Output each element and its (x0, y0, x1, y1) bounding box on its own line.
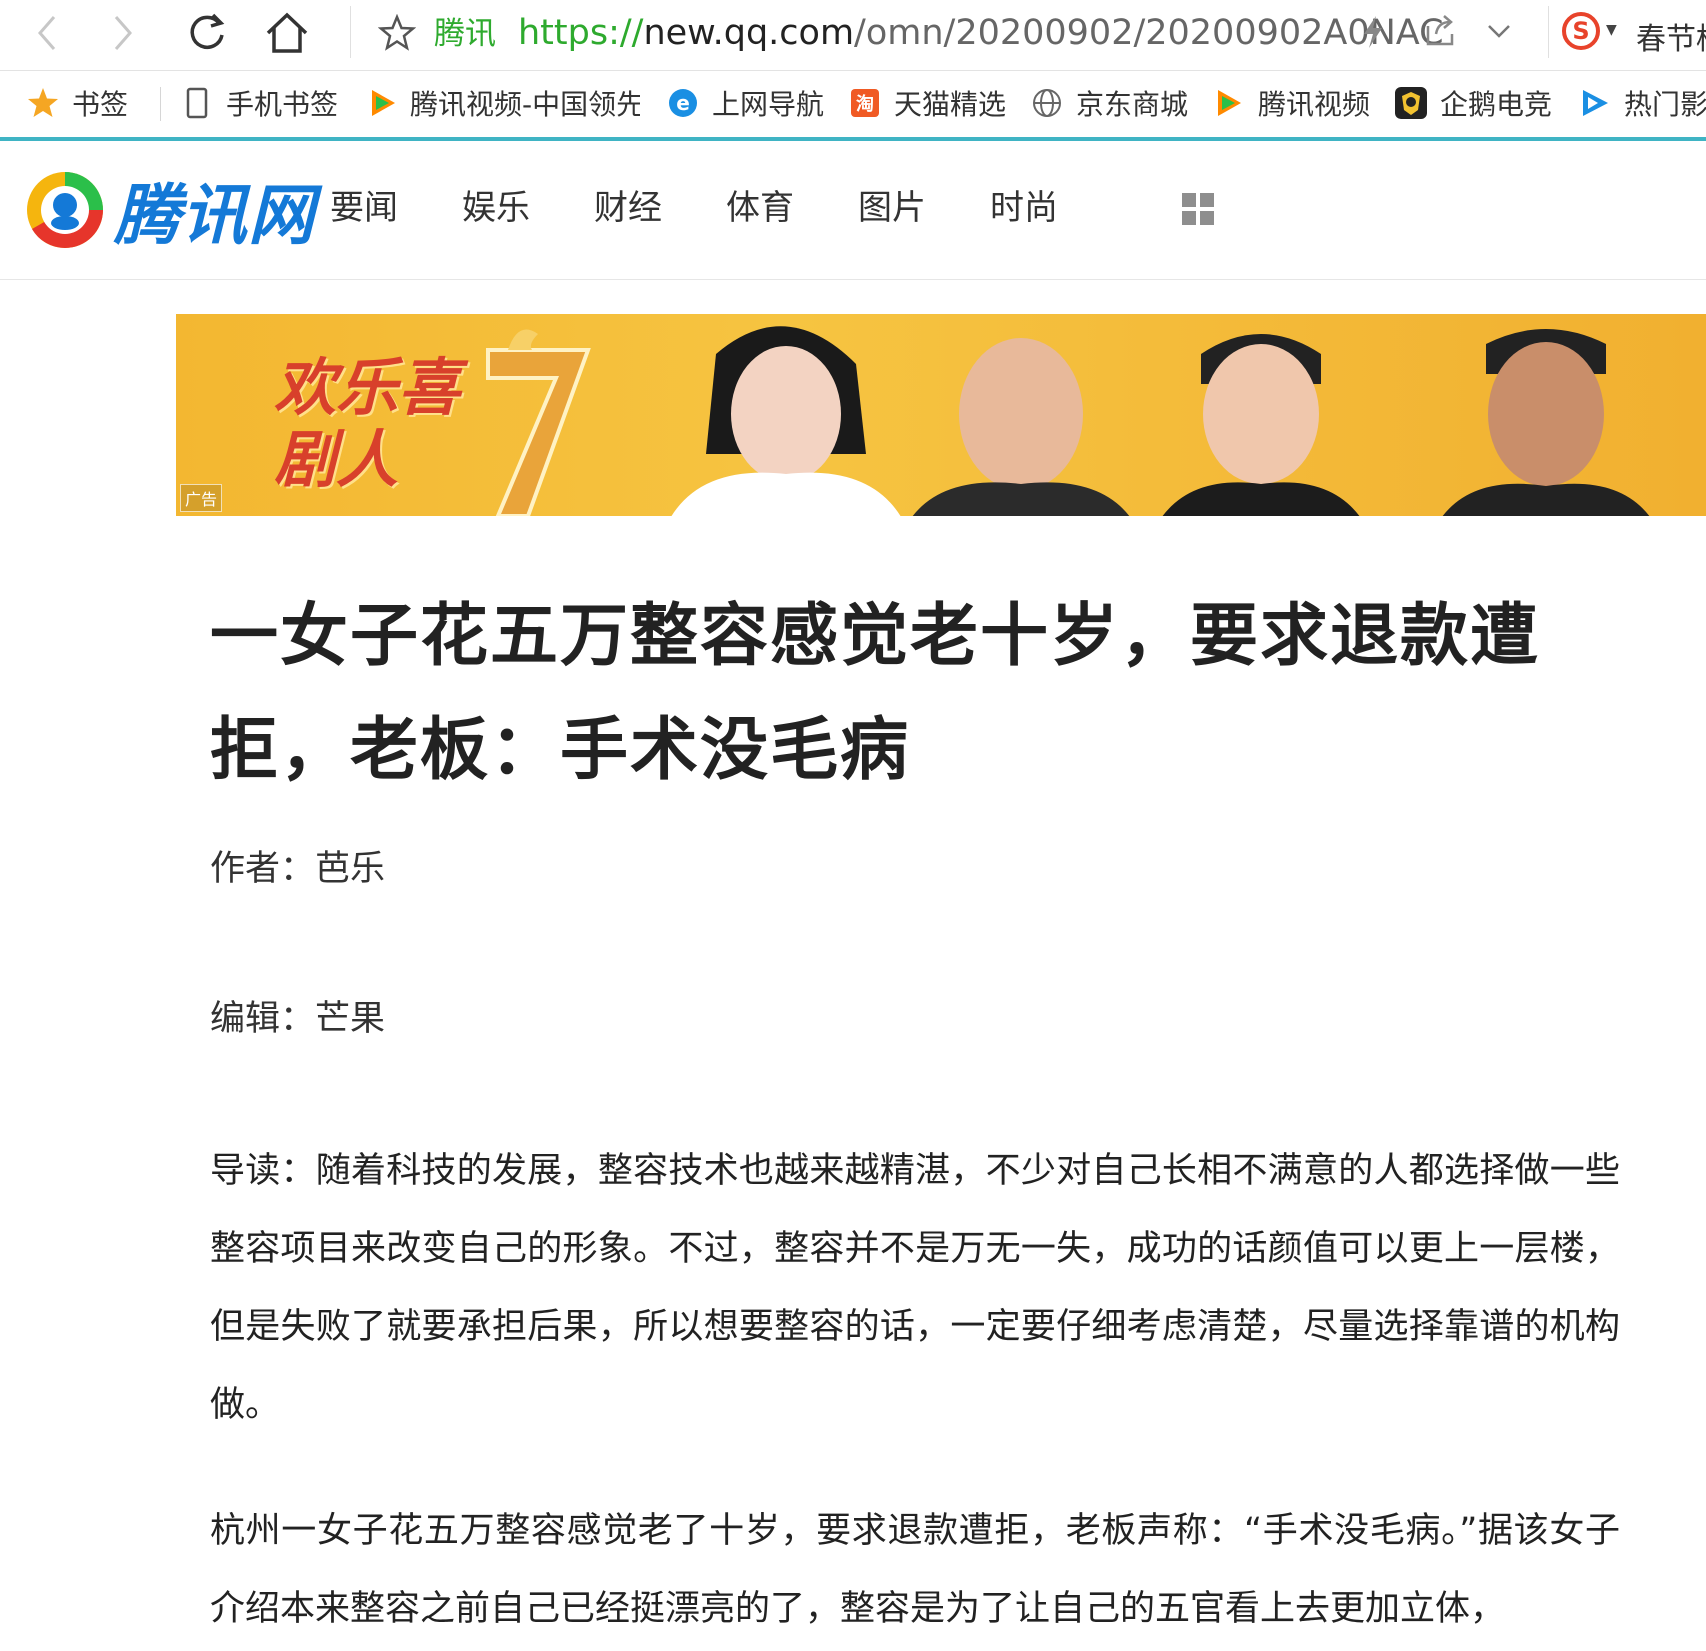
nav-item-fashion[interactable]: 时尚 (990, 185, 1058, 231)
ad-person-image (1442, 329, 1650, 516)
site-name-label: 腾讯 (434, 16, 496, 52)
chevron-right-icon (114, 16, 132, 50)
toolbar-divider (350, 6, 351, 58)
article-paragraph: 导读：随着科技的发展，整容技术也越来越精湛，不少对自己长相不满意的人都选择做一些… (210, 1151, 1620, 1425)
ad-person-image (912, 338, 1130, 516)
back-button[interactable] (22, 8, 72, 58)
home-button[interactable] (262, 8, 312, 58)
bookmark-label: 天猫精选 (894, 88, 1007, 121)
nav-item-sports[interactable]: 体育 (726, 185, 794, 231)
dropdown-chevron-icon[interactable] (1486, 14, 1512, 52)
bookmark-label: 腾讯视频-中国领先 (410, 88, 640, 121)
lightning-icon[interactable] (1360, 14, 1386, 54)
home-icon (266, 12, 308, 53)
url-path: /omn/20200902/20200902A0NAC (854, 13, 1444, 53)
bookmark-item[interactable]: 京东商城 (1030, 83, 1188, 123)
bookmark-label: 京东商城 (1076, 88, 1189, 121)
bookmark-label: 热门影 (1624, 88, 1706, 121)
article: 一女子花五万整容感觉老十岁，要求退款遭拒，老板：手术没毛病 作者：芭乐 编辑：芒… (210, 580, 1620, 1648)
search-hint-text[interactable]: 春节档 (1636, 14, 1706, 58)
bookmark-item[interactable]: 书签 (26, 83, 128, 123)
svg-text:e: e (676, 91, 690, 115)
nav-item-finance[interactable]: 财经 (594, 185, 662, 231)
bookmark-item[interactable]: 淘 天猫精选 (848, 83, 1006, 123)
ad-label: 广告 (180, 484, 223, 512)
ad-person-image (1162, 334, 1360, 516)
bookmark-item[interactable]: 手机书签 (180, 83, 338, 123)
bookmark-label: 上网导航 (712, 88, 825, 121)
caret-down-icon[interactable]: ▼ (1606, 22, 1617, 38)
play-icon (1578, 86, 1612, 120)
ad-banner[interactable]: 欢乐喜剧人 广告 (176, 314, 1706, 516)
ad-person-image (671, 326, 901, 516)
bookmark-label: 企鹅电竞 (1440, 88, 1553, 121)
article-paragraph: 杭州一女子花五万整容感觉老了十岁，要求退款遭拒，老板声称：“手术没毛病。”据该女… (210, 1511, 1620, 1629)
nav-item-news[interactable]: 要闻 (330, 185, 398, 231)
sogou-search-icon[interactable]: S (1562, 12, 1600, 50)
more-menu-grid-icon[interactable] (1182, 193, 1214, 225)
bookmark-divider (160, 87, 161, 121)
globe-icon (1030, 86, 1064, 120)
site-logo-text: 腾讯网 (114, 177, 315, 254)
bookmark-item[interactable]: 企鹅电竞 (1394, 83, 1552, 123)
forward-button[interactable] (98, 8, 148, 58)
browser-address-bar: 腾讯 https://new.qq.com/omn/20200902/20200… (0, 0, 1706, 71)
ie-icon: e (666, 86, 700, 120)
ad-title: 欢乐喜剧人 (274, 351, 461, 496)
trophy-seven-graphic (486, 329, 591, 516)
bookmark-star-icon[interactable] (377, 13, 417, 56)
nav-item-entertainment[interactable]: 娱乐 (462, 185, 530, 231)
url-host: new.qq.com (643, 13, 855, 53)
tencent-video-icon (368, 86, 398, 120)
nav-item-photos[interactable]: 图片 (858, 185, 926, 231)
site-header: 腾讯网 要闻 娱乐 财经 体育 图片 时尚 (0, 141, 1706, 280)
bookmark-label: 手机书签 (226, 88, 339, 121)
chevron-left-icon (38, 16, 56, 50)
bookmark-item[interactable]: 腾讯视频 (1212, 83, 1370, 123)
article-editor: 编辑：芒果 (210, 999, 386, 1039)
tencent-video-icon (1212, 86, 1246, 120)
site-nav: 要闻 娱乐 财经 体育 图片 时尚 (330, 185, 1122, 231)
bookmark-item[interactable]: e 上网导航 (666, 83, 824, 123)
tencent-logo-icon (27, 172, 103, 249)
tmall-icon: 淘 (848, 86, 882, 120)
article-title: 一女子花五万整容感觉老十岁，要求退款遭拒，老板：手术没毛病 (210, 597, 1541, 790)
phone-icon (180, 86, 214, 120)
toolbar-divider (1548, 6, 1549, 58)
penguin-esports-icon (1394, 86, 1428, 120)
url-protocol: https:// (518, 13, 644, 53)
star-icon (26, 86, 60, 120)
article-author: 作者：芭乐 (210, 849, 386, 889)
svg-text:淘: 淘 (856, 93, 874, 115)
bookmark-item[interactable]: 热门影 (1578, 83, 1706, 123)
share-icon[interactable] (1424, 14, 1456, 52)
bookmark-item[interactable]: 腾讯视频-中国领先 (368, 83, 640, 123)
url-field[interactable]: https://new.qq.com/omn/20200902/20200902… (518, 12, 1444, 54)
bookmarks-bar: 书签 手机书签 腾讯视频-中国领先 e 上网导航 淘 天猫精选 京东商城 腾讯视… (0, 71, 1706, 141)
reload-icon (190, 13, 225, 50)
reload-button[interactable] (182, 8, 232, 58)
site-logo[interactable]: 腾讯网 (24, 162, 315, 258)
bookmark-label: 书签 (72, 88, 129, 121)
bookmark-label: 腾讯视频 (1258, 88, 1371, 121)
